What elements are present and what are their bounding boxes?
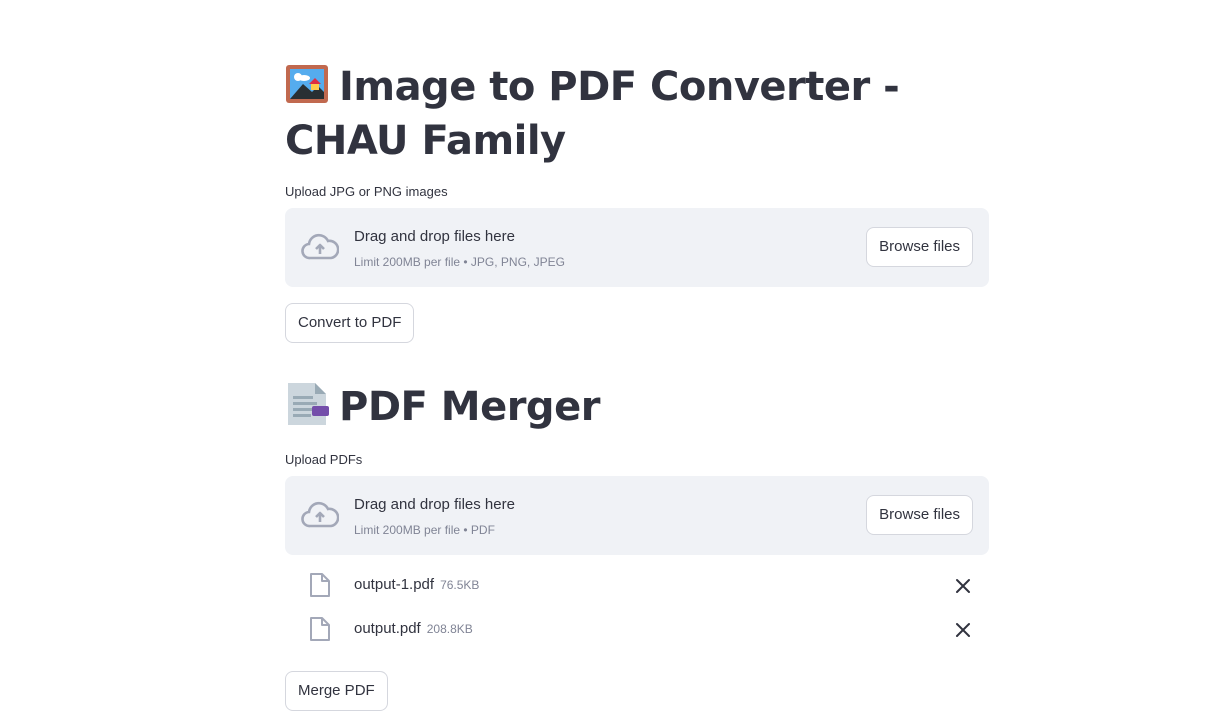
image-uploader-label: Upload JPG or PNG images [285,184,448,199]
merge-pdf-button[interactable]: Merge PDF [285,671,388,711]
merger-title-text: PDF Merger [339,384,600,430]
cloud-upload-icon [301,501,339,528]
browse-files-button[interactable]: Browse files [866,495,973,535]
file-name-text: output.pdf [354,620,421,637]
dropzone-limit: Limit 200MB per file • JPG, PNG, JPEG [354,255,565,269]
converter-title-text: Image to PDF Converter - CHAU Family [285,64,900,164]
dropzone-title: Drag and drop files here [354,228,515,245]
file-name: output-1.pdf 76.5KB [354,576,479,593]
framed-picture-icon [286,65,328,103]
pdf-uploader-label: Upload PDFs [285,452,363,467]
page-facing-up-icon [288,383,329,425]
pdf-dropzone[interactable]: Drag and drop files here Limit 200MB per… [285,476,989,555]
remove-file-icon[interactable] [953,576,973,596]
remove-file-icon[interactable] [953,620,973,640]
uploaded-file-row: output.pdf 208.8KB [285,612,989,652]
uploaded-file-row: output-1.pdf 76.5KB [285,568,989,608]
image-dropzone[interactable]: Drag and drop files here Limit 200MB per… [285,208,989,287]
merger-title: PDF Merger [285,380,989,434]
file-name: output.pdf 208.8KB [354,620,473,637]
browse-files-button[interactable]: Browse files [866,227,973,267]
dropzone-title: Drag and drop files here [354,496,515,513]
file-size: 76.5KB [440,578,480,592]
cloud-upload-icon [301,233,339,260]
dropzone-limit: Limit 200MB per file • PDF [354,523,495,537]
file-size: 208.8KB [426,622,473,636]
file-name-text: output-1.pdf [354,576,435,593]
convert-to-pdf-button[interactable]: Convert to PDF [285,303,415,343]
file-icon [310,573,330,597]
converter-title: Image to PDF Converter - CHAU Family [285,60,989,168]
file-icon [310,617,330,641]
